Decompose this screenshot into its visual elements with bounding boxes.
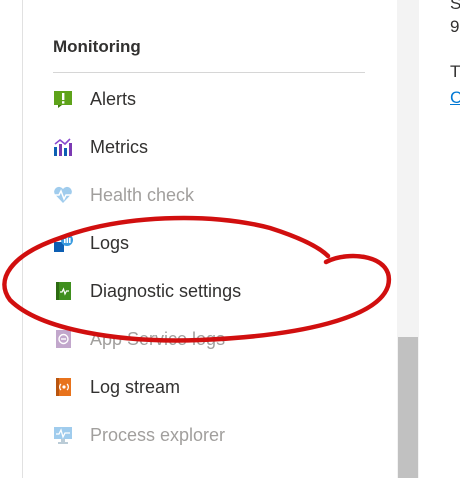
menu-item-label: Log stream (90, 376, 181, 397)
right-pane-text: S (450, 0, 460, 13)
section-divider (53, 72, 365, 73)
menu-item-label: App Service logs (90, 328, 226, 349)
section-title-monitoring: Monitoring (53, 37, 141, 56)
logs-icon (53, 233, 73, 253)
menu-item-label: Health check (90, 184, 195, 205)
health-check-icon (53, 185, 73, 205)
right-pane-text: T (450, 62, 460, 81)
menu-item-log-stream[interactable]: Log stream (53, 372, 365, 402)
menu-item-health-check[interactable]: Health check (53, 180, 365, 210)
menu-item-diagnostic-settings[interactable]: Diagnostic settings (53, 276, 365, 306)
menu-item-label: Logs (90, 232, 130, 253)
menu-item-label: Alerts (90, 88, 137, 109)
diagnostic-settings-icon (53, 281, 73, 301)
menu-item-logs[interactable]: Logs (53, 228, 365, 258)
metrics-icon (53, 137, 73, 157)
log-stream-icon (53, 377, 73, 397)
process-explorer-icon (53, 425, 73, 445)
menu-item-alerts[interactable]: Alerts (53, 84, 365, 114)
right-pane-text: 9 (450, 17, 460, 36)
menu-item-label: Diagnostic settings (90, 280, 242, 301)
menu-item-label: Process explorer (90, 424, 226, 445)
menu-item-label: Metrics (90, 136, 148, 157)
menu-item-metrics[interactable]: Metrics (53, 132, 365, 162)
menu-item-process-explorer[interactable]: Process explorer (53, 420, 365, 450)
scrollbar-thumb[interactable] (398, 337, 418, 478)
right-pane-link[interactable]: C (450, 88, 460, 108)
alerts-icon (53, 89, 73, 109)
menu-item-app-service-logs[interactable]: App Service logs (53, 324, 365, 354)
app-service-logs-icon (53, 329, 73, 349)
